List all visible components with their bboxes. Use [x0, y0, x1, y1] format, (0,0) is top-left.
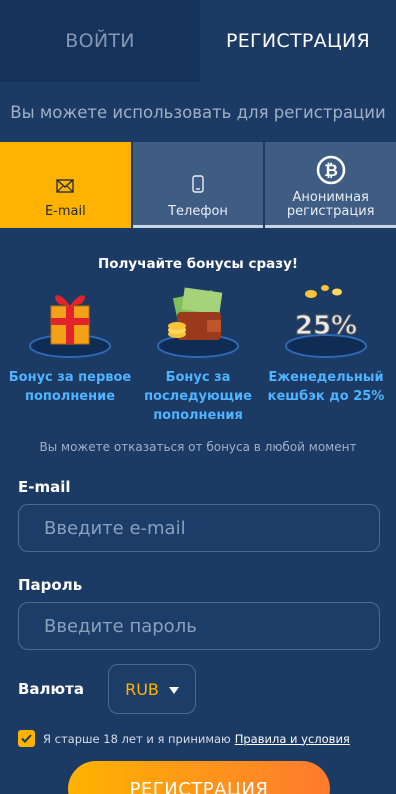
bonus-item: Бонус за первое пополнение: [6, 284, 134, 425]
password-label: Пароль: [18, 576, 83, 594]
registration-page: ВОЙТИ РЕГИСТРАЦИЯ Вы можете использовать…: [0, 0, 396, 794]
envelope-icon: [56, 179, 74, 193]
method-tab-label: E-mail: [44, 204, 86, 219]
currency-label: Валюта: [18, 680, 84, 698]
wallet-money-icon: [153, 284, 243, 360]
currency-select[interactable]: RUB: [108, 664, 196, 714]
phone-icon: [192, 175, 204, 193]
bonus-caption: Еженедельный кешбэк до 25%: [267, 370, 385, 404]
auth-tabs: ВОЙТИ РЕГИСТРАЦИЯ: [0, 0, 396, 82]
chevron-down-icon: [168, 680, 179, 699]
bonus-item: 25% Еженедельный кешбэк до 25%: [262, 284, 390, 425]
method-tab-label: Телефон: [168, 204, 228, 219]
password-field[interactable]: [18, 602, 380, 650]
bonus-list: Бонус за первое пополнение Бонус за посл…: [0, 284, 396, 425]
agree-checkbox[interactable]: [18, 730, 35, 747]
tab-register[interactable]: РЕГИСТРАЦИЯ: [200, 0, 396, 82]
method-tab-phone[interactable]: Телефон: [132, 142, 264, 228]
registration-subtitle: Вы можете использовать для регистрации: [10, 102, 386, 122]
registration-form: E-mail Пароль Валюта RUB Я старше 18 лет…: [0, 478, 396, 747]
method-tab-email[interactable]: E-mail: [0, 142, 131, 228]
bonus-caption: Бонус за первое пополнение: [8, 370, 132, 404]
email-field[interactable]: [18, 504, 380, 552]
gift-icon: [25, 284, 115, 360]
terms-link[interactable]: Правила и условия: [235, 732, 350, 746]
registration-method-tabs: E-mail Телефон ₿ Анонимная регистрация: [0, 142, 396, 228]
bitcoin-icon: ₿: [316, 155, 346, 185]
submit-button[interactable]: РЕГИСТРАЦИЯ: [68, 761, 330, 794]
svg-text:₿: ₿: [324, 161, 338, 181]
bonus-item: Бонус за последующие пополнения: [134, 284, 262, 425]
tab-login[interactable]: ВОЙТИ: [0, 0, 200, 82]
check-icon: [21, 734, 32, 743]
bonus-optout-note: Вы можете отказаться от бонуса в любой м…: [39, 440, 357, 454]
currency-value: RUB: [125, 679, 159, 699]
cashback-badge: 25%: [295, 311, 357, 341]
currency-row: Валюта RUB: [18, 664, 378, 714]
method-tab-label: Анонимная регистрация: [286, 190, 375, 219]
email-label: E-mail: [18, 478, 71, 496]
cashback-25-icon: 25%: [281, 284, 371, 360]
bonus-title: Получайте бонусы сразу!: [97, 256, 299, 272]
bonus-caption: Бонус за последующие пополнения: [144, 370, 252, 423]
agree-row: Я старше 18 лет и я принимаю Правила и у…: [18, 730, 378, 747]
agree-text: Я старше 18 лет и я принимаю: [43, 731, 231, 746]
method-tab-anonymous[interactable]: ₿ Анонимная регистрация: [265, 142, 396, 228]
